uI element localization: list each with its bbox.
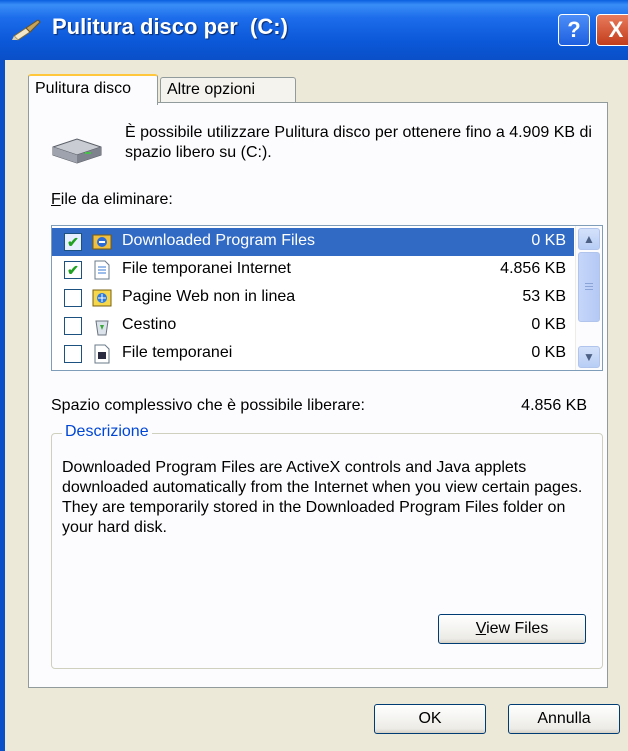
list-item[interactable]: File temporanei 0 KB bbox=[52, 340, 574, 368]
checkbox[interactable] bbox=[64, 317, 82, 335]
checkbox[interactable] bbox=[64, 289, 82, 307]
scroll-down-button[interactable]: ▼ bbox=[578, 346, 600, 368]
disk-cleanup-window: Pulitura disco per (C:) ? X Pulitura dis… bbox=[0, 0, 628, 751]
window-frame bbox=[0, 60, 5, 751]
close-button[interactable]: X bbox=[596, 14, 628, 46]
ok-button[interactable]: OK bbox=[374, 704, 486, 734]
total-space-value: 4.856 KB bbox=[521, 397, 587, 414]
close-icon: X bbox=[608, 17, 624, 42]
tab-panel: È possibile utilizzare Pulitura disco pe… bbox=[28, 102, 608, 688]
scroll-thumb[interactable] bbox=[578, 252, 600, 322]
broom-icon bbox=[12, 19, 41, 41]
files-label-rest: ile da eliminare: bbox=[60, 191, 173, 208]
hard-drive-icon bbox=[52, 138, 102, 164]
grip-line bbox=[585, 289, 593, 290]
files-listbox[interactable]: ✔ Downloaded Program Files 0 KB ✔ File t… bbox=[51, 225, 603, 371]
title-bar[interactable]: Pulitura disco per (C:) ? X bbox=[0, 0, 628, 60]
total-space-label: Spazio complessivo che è possibile liber… bbox=[51, 397, 365, 414]
recycle-bin-icon bbox=[95, 320, 109, 336]
list-item[interactable]: Cestino 0 KB bbox=[52, 312, 574, 340]
file-size: 53 KB bbox=[522, 288, 566, 305]
chevron-up-icon: ▲ bbox=[583, 232, 595, 246]
file-size: 0 KB bbox=[531, 232, 566, 249]
checkbox[interactable]: ✔ bbox=[64, 233, 82, 251]
help-button[interactable]: ? bbox=[558, 14, 590, 46]
checkbox[interactable]: ✔ bbox=[64, 261, 82, 279]
file-name: Pagine Web non in linea bbox=[122, 288, 296, 305]
offline-web-icon bbox=[92, 289, 112, 307]
file-size: 0 KB bbox=[531, 316, 566, 333]
scroll-up-button[interactable]: ▲ bbox=[578, 228, 600, 250]
window-title: Pulitura disco per (C:) bbox=[52, 14, 288, 39]
chevron-down-icon: ▼ bbox=[583, 350, 595, 364]
files-to-delete-label: File da eliminare: bbox=[51, 191, 173, 209]
file-name: File temporanei Internet bbox=[122, 260, 291, 277]
list-item[interactable]: ✔ Downloaded Program Files 0 KB bbox=[52, 228, 574, 256]
view-files-accel: V bbox=[475, 620, 487, 637]
cancel-button[interactable]: Annulla bbox=[508, 704, 620, 734]
file-name: Downloaded Program Files bbox=[122, 232, 315, 249]
view-files-button[interactable]: View Files bbox=[438, 614, 586, 644]
tab-pulitura-disco[interactable]: Pulitura disco bbox=[28, 74, 158, 105]
files-label-accel: F bbox=[51, 191, 61, 208]
internet-file-icon bbox=[94, 260, 110, 280]
description-title: Descrizione bbox=[62, 423, 152, 441]
intro-text: È possibile utilizzare Pulitura disco pe… bbox=[125, 124, 592, 161]
activex-icon bbox=[92, 234, 112, 250]
description-group: Descrizione Downloaded Program Files are… bbox=[51, 423, 603, 669]
file-name: File temporanei bbox=[122, 344, 233, 361]
file-size: 4.856 KB bbox=[500, 260, 566, 277]
temp-file-icon bbox=[94, 344, 110, 364]
grip-line bbox=[585, 283, 593, 284]
checkbox[interactable] bbox=[64, 345, 82, 363]
list-item[interactable]: ✔ File temporanei Internet 4.856 KB bbox=[52, 256, 574, 284]
file-size: 0 KB bbox=[531, 344, 566, 361]
grip-line bbox=[585, 286, 593, 287]
list-scrollbar[interactable]: ▲ ▼ bbox=[575, 226, 602, 370]
file-name: Cestino bbox=[122, 316, 177, 333]
description-text: Downloaded Program Files are ActiveX con… bbox=[62, 459, 583, 536]
help-icon: ? bbox=[567, 17, 581, 42]
view-files-rest: iew Files bbox=[486, 620, 549, 637]
tab-altre-opzioni[interactable]: Altre opzioni bbox=[160, 77, 296, 102]
list-item[interactable]: Pagine Web non in linea 53 KB bbox=[52, 284, 574, 312]
